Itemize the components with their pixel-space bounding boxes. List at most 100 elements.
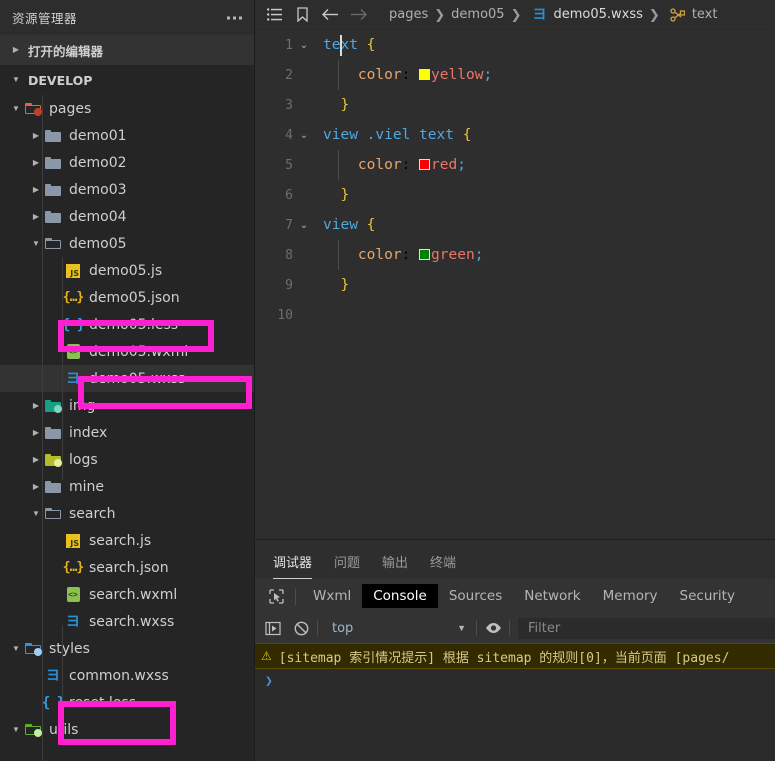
console-warning-row[interactable]: ⚠ [sitemap 索引情况提示] 根据 sitemap 的规则[0]，当前页… (255, 643, 775, 669)
console-prompt-row[interactable]: ❯ (255, 669, 775, 693)
editor-line[interactable]: 7 ⌄ view { (255, 210, 775, 240)
tree-folder-demo03[interactable]: ▶ demo03 (0, 176, 254, 203)
panel-tab-0[interactable]: 调试器 (273, 552, 313, 579)
editor-line[interactable]: 3 } (255, 90, 775, 120)
editor-line[interactable]: 9 } (255, 270, 775, 300)
tree-file-reset-less[interactable]: ·{ }reset.less (0, 689, 254, 716)
code-editor[interactable]: 1⌄text {2 color: yellow;3 }4⌄view .viel … (255, 30, 775, 539)
breadcrumb-item-3[interactable]: text (692, 7, 718, 22)
bookmark-icon[interactable] (289, 2, 315, 28)
section-develop[interactable]: ▼ DEVELOP (0, 65, 254, 95)
editor-line[interactable]: 1⌄text { (255, 30, 775, 60)
color-swatch[interactable] (419, 159, 431, 170)
twist-spacer: · (48, 564, 64, 572)
tree-folder-utils[interactable]: ▼ utils (0, 716, 254, 743)
folder-style-icon (24, 641, 42, 657)
line-number: 2 (285, 67, 293, 83)
wxml-file-icon: <> (64, 587, 82, 603)
clear-console-icon[interactable] (289, 617, 313, 639)
section-open-editors[interactable]: ▶ 打开的编辑器 (0, 35, 254, 65)
devtools-tab-memory[interactable]: Memory (592, 584, 669, 608)
tree-folder-demo01[interactable]: ▶ demo01 (0, 122, 254, 149)
file-tree[interactable]: ▼ pages ▶ demo01 ▶ demo02 ▶ demo03 ▶ demo04 ▼ demo0… (0, 95, 254, 761)
line-code: } (315, 187, 349, 203)
panel-tab-3[interactable]: 终端 (430, 552, 456, 579)
editor-line[interactable]: 4 ⌄ view .viel text { (255, 120, 775, 150)
tree-item-label: demo03 (69, 181, 127, 198)
open-editors-label: 打开的编辑器 (28, 43, 104, 59)
editor-line[interactable]: 8 color: green; (255, 240, 775, 270)
color-swatch[interactable] (419, 249, 431, 260)
folder-icon (44, 479, 62, 495)
tree-file-search-json[interactable]: ·{…} search.json (0, 554, 254, 581)
eye-icon[interactable] (481, 617, 505, 639)
code-token: { (366, 217, 376, 233)
tree-item-label: utils (49, 721, 79, 738)
panel-tab-1[interactable]: 问题 (334, 552, 360, 579)
panel-tab-2[interactable]: 输出 (382, 552, 408, 579)
tree-folder-index[interactable]: ▶ index (0, 419, 254, 446)
tree-folder-demo04[interactable]: ▶ demo04 (0, 203, 254, 230)
tree-folder-img[interactable]: ▶ img (0, 392, 254, 419)
devtools-tab-console[interactable]: Console (362, 584, 438, 608)
breadcrumb-item-1[interactable]: demo05 (451, 7, 504, 22)
tree-file-demo05-js[interactable]: ·JSdemo05.js (0, 257, 254, 284)
tree-folder-demo05[interactable]: ▼ demo05 (0, 230, 254, 257)
chevron-down-icon[interactable]: ▼ (8, 725, 24, 734)
folder-open-icon (44, 236, 62, 252)
ellipsis-icon[interactable] (227, 16, 242, 19)
color-swatch[interactable] (419, 69, 431, 80)
chevron-down-icon[interactable]: ⌄ (293, 220, 315, 231)
breadcrumb-item-2[interactable]: demo05.wxss (553, 7, 642, 22)
breadcrumb-item-0[interactable]: pages (389, 7, 428, 22)
editor-line[interactable]: 10 (255, 300, 775, 330)
code-token: red (431, 157, 458, 173)
devtools-tab-wxml[interactable]: Wxml (302, 584, 362, 608)
devtools-tab-network[interactable]: Network (513, 584, 591, 608)
nav-forward-arrow-icon[interactable] (345, 2, 371, 28)
code-token: } (323, 187, 350, 203)
tree-file-demo05-less[interactable]: ·{ }demo05.less (0, 311, 254, 338)
tree-item-label: demo05.js (89, 262, 163, 279)
editor-line[interactable]: 5 color: red; (255, 150, 775, 180)
editor-line[interactable]: 2 color: yellow; (255, 60, 775, 90)
panel-tab-list[interactable]: 调试器 问题 输出 终端 (255, 540, 775, 579)
tree-folder-pages[interactable]: ▼ pages (0, 95, 254, 122)
indent-guide (338, 60, 339, 90)
tree-item-label: demo04 (69, 208, 127, 225)
tree-folder-styles[interactable]: ▼ styles (0, 635, 254, 662)
tree-file-search-js[interactable]: ·JS search.js (0, 527, 254, 554)
tree-file-demo05-json[interactable]: ·{…}demo05.json (0, 284, 254, 311)
tree-file-search-wxml[interactable]: ·<> search.wxml (0, 581, 254, 608)
tree-item-label: demo05 (69, 235, 127, 252)
chevron-down-icon[interactable]: ⌄ (293, 130, 315, 141)
console-filter-input[interactable] (518, 617, 775, 639)
devtools-tab-security[interactable]: Security (669, 584, 746, 608)
tree-file-demo05-wxml[interactable]: ·<>demo05.wxml (0, 338, 254, 365)
tree-folder-mine[interactable]: ▶ mine (0, 473, 254, 500)
tree-item-label: demo05.less (89, 316, 179, 333)
editor-line[interactable]: 6 } (255, 180, 775, 210)
devtools-tab-sources[interactable]: Sources (438, 584, 513, 608)
twist-spacer: · (48, 591, 64, 599)
tree-folder-demo02[interactable]: ▶ demo02 (0, 149, 254, 176)
console-context-select[interactable]: top ▼ (322, 617, 472, 639)
tree-folder-search[interactable]: ▼ search (0, 500, 254, 527)
tree-item-label: demo05.json (89, 289, 180, 306)
console-context-value: top (332, 620, 354, 636)
inspect-element-icon[interactable] (263, 585, 289, 607)
execute-arrow-icon[interactable] (261, 617, 285, 639)
tree-file-search-wxss[interactable]: ·ヨsearch.wxss (0, 608, 254, 635)
tree-item-label: styles (49, 640, 90, 657)
tree-file-common-wxss[interactable]: ·ヨcommon.wxss (0, 662, 254, 689)
prompt-caret-icon: ❯ (265, 673, 273, 689)
list-outline-icon[interactable] (261, 2, 287, 28)
devtools-tabs[interactable]: Wxml Console Sources Network Memory Security (302, 584, 746, 608)
tree-file-demo05-wxss[interactable]: ·ヨdemo05.wxss (0, 365, 254, 392)
console-output[interactable]: ⚠ [sitemap 索引情况提示] 根据 sitemap 的规则[0]，当前页… (255, 643, 775, 761)
chevron-down-icon[interactable]: ▼ (8, 104, 24, 113)
chevron-down-icon[interactable]: ⌄ (293, 40, 315, 51)
nav-back-arrow-icon[interactable] (317, 2, 343, 28)
chevron-down-icon[interactable]: ▼ (8, 644, 24, 653)
tree-folder-logs[interactable]: ▶ logs (0, 446, 254, 473)
